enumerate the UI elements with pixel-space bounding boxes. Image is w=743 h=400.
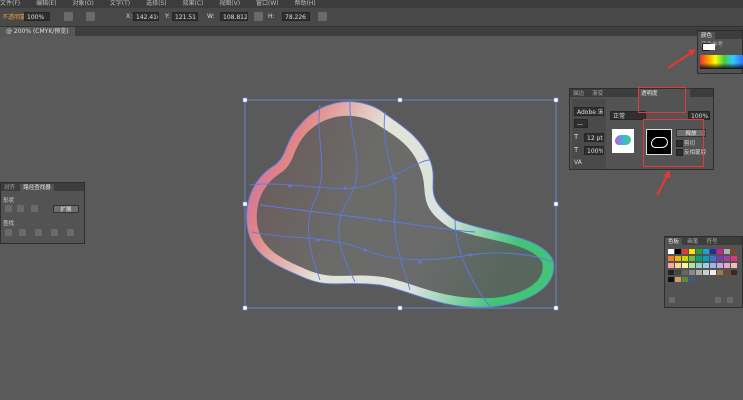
trim-icon[interactable] xyxy=(19,229,26,236)
swatch-library-icon[interactable] xyxy=(669,297,675,303)
delete-swatch-icon[interactable] xyxy=(727,297,733,303)
pathfinder-panel-header: 对齐 路径查找器 xyxy=(1,183,84,192)
annotation-arrow-top xyxy=(667,50,695,69)
merge-icon[interactable] xyxy=(35,229,42,236)
kerning-icon: VA xyxy=(574,159,582,166)
new-swatch-icon[interactable] xyxy=(715,297,721,303)
pathfinder-panel: 对齐 路径查找器 形状 扩展 查找 xyxy=(0,182,85,244)
character-subpanel: Adobe 宋体 — T 12 pt T 100% VA xyxy=(572,99,606,169)
font-size-icon: T xyxy=(574,133,579,141)
tab-pathfinder[interactable]: 路径查找器 xyxy=(20,184,54,192)
tab-gradient[interactable]: 渐变 xyxy=(589,90,606,98)
outline-icon[interactable] xyxy=(67,229,74,236)
scale-field[interactable]: 100% xyxy=(584,146,604,155)
minus-front-icon[interactable] xyxy=(17,205,24,212)
annotation-arrowhead-bottom xyxy=(663,170,670,178)
swatch-grid[interactable] xyxy=(668,249,743,289)
pathfinders-label: 查找 xyxy=(3,221,15,227)
artwork-canvas xyxy=(242,49,696,311)
expand-button[interactable]: 扩展 xyxy=(53,205,79,213)
color-panel: 颜色 颜色参考 xyxy=(697,30,743,74)
tab-stroke[interactable]: 描边 xyxy=(570,90,587,98)
divide-icon[interactable] xyxy=(5,229,12,236)
crop-icon[interactable] xyxy=(51,229,58,236)
highlight-transparency-tab xyxy=(638,87,686,113)
swatches-panel: 色板 画笔 符号 xyxy=(664,236,743,308)
tab-swatches[interactable]: 色板 xyxy=(665,238,683,246)
swatches-panel-header: 色板 画笔 符号 xyxy=(665,237,742,246)
scale-icon: T xyxy=(574,146,579,154)
font-family-field[interactable]: Adobe 宋体 xyxy=(574,107,604,116)
tab-color[interactable]: 颜色 xyxy=(698,32,716,40)
tab-align[interactable]: 对齐 xyxy=(1,184,18,192)
color-spectrum[interactable] xyxy=(700,55,743,69)
stroke-swatch[interactable] xyxy=(709,44,715,50)
font-size-field[interactable]: 12 pt xyxy=(584,133,604,142)
tab-symbols[interactable]: 符号 xyxy=(704,238,721,246)
unite-icon[interactable] xyxy=(5,205,12,212)
tab-brushes[interactable]: 画笔 xyxy=(684,238,701,246)
color-panel-header: 颜色 颜色参考 xyxy=(698,31,742,48)
intersect-icon[interactable] xyxy=(31,205,38,212)
annotation-arrow-bottom xyxy=(656,173,669,196)
shape-modes-label: 形状 xyxy=(3,198,15,204)
artwork-thumbnail[interactable] xyxy=(612,129,634,153)
highlight-mask-area xyxy=(643,119,704,167)
font-style-field[interactable]: — xyxy=(574,119,588,128)
